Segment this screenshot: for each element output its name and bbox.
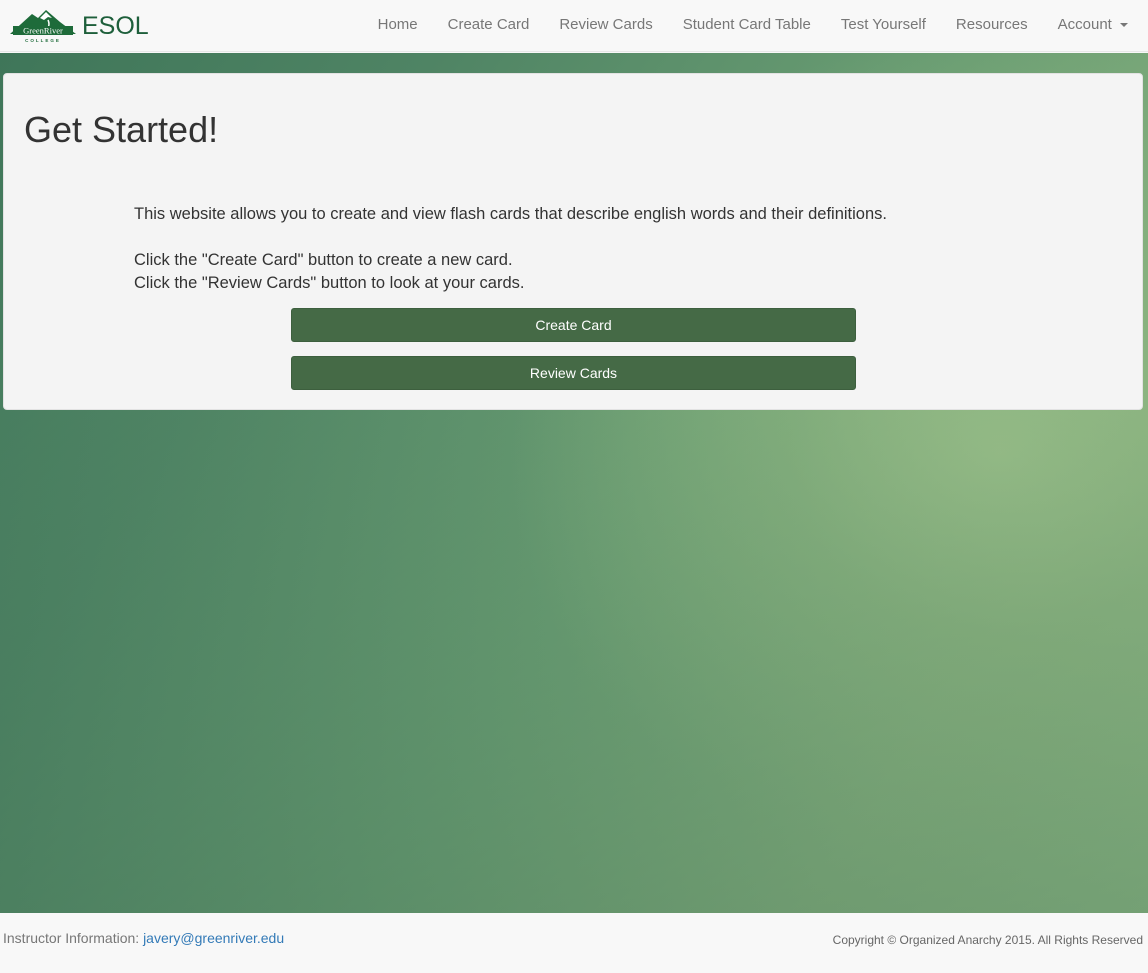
brand-title[interactable]: ESOL [82,0,149,52]
caret-down-icon [1120,23,1128,28]
nav-item-review-cards[interactable]: Review Cards [544,0,667,50]
copyright-text: Copyright © Organized Anarchy 2015. All … [832,933,1143,947]
nav-menu: Home Create Card Review Cards Student Ca… [363,0,1143,52]
instructor-label: Instructor Information: [3,930,144,946]
review-cards-button[interactable]: Review Cards [291,356,856,390]
logo-wordmark: GreenRiver [23,26,63,36]
logo-subtitle: COLLEGE [25,38,61,43]
instruction-review: Click the "Review Cards" button to look … [134,274,525,292]
navbar: GreenRiver COLLEGE ESOL Home Create Card… [0,0,1148,52]
get-started-panel: Get Started! This website allows you to … [3,73,1143,410]
instruction-create: Click the "Create Card" button to create… [134,251,513,269]
footer: Instructor Information: javery@greenrive… [0,913,1148,973]
nav-item-student-card-table[interactable]: Student Card Table [668,0,826,50]
nav-item-resources[interactable]: Resources [941,0,1043,50]
intro-text: This website allows you to create and vi… [134,203,887,295]
instructor-info: Instructor Information: javery@greenrive… [3,930,284,946]
brand-link[interactable]: GreenRiver COLLEGE ESOL [10,0,149,52]
description-text: This website allows you to create and vi… [134,205,887,223]
page-title: Get Started! [24,109,219,150]
nav-item-create-card[interactable]: Create Card [433,0,545,50]
create-card-button[interactable]: Create Card [291,308,856,342]
account-label: Account [1057,16,1112,33]
instructor-email-link[interactable]: javery@greenriver.edu [143,930,284,946]
nav-item-test-yourself[interactable]: Test Yourself [826,0,941,50]
nav-item-home[interactable]: Home [363,0,433,50]
nav-item-account-dropdown[interactable]: Account [1043,0,1143,50]
green-river-college-logo: GreenRiver COLLEGE [10,10,76,43]
